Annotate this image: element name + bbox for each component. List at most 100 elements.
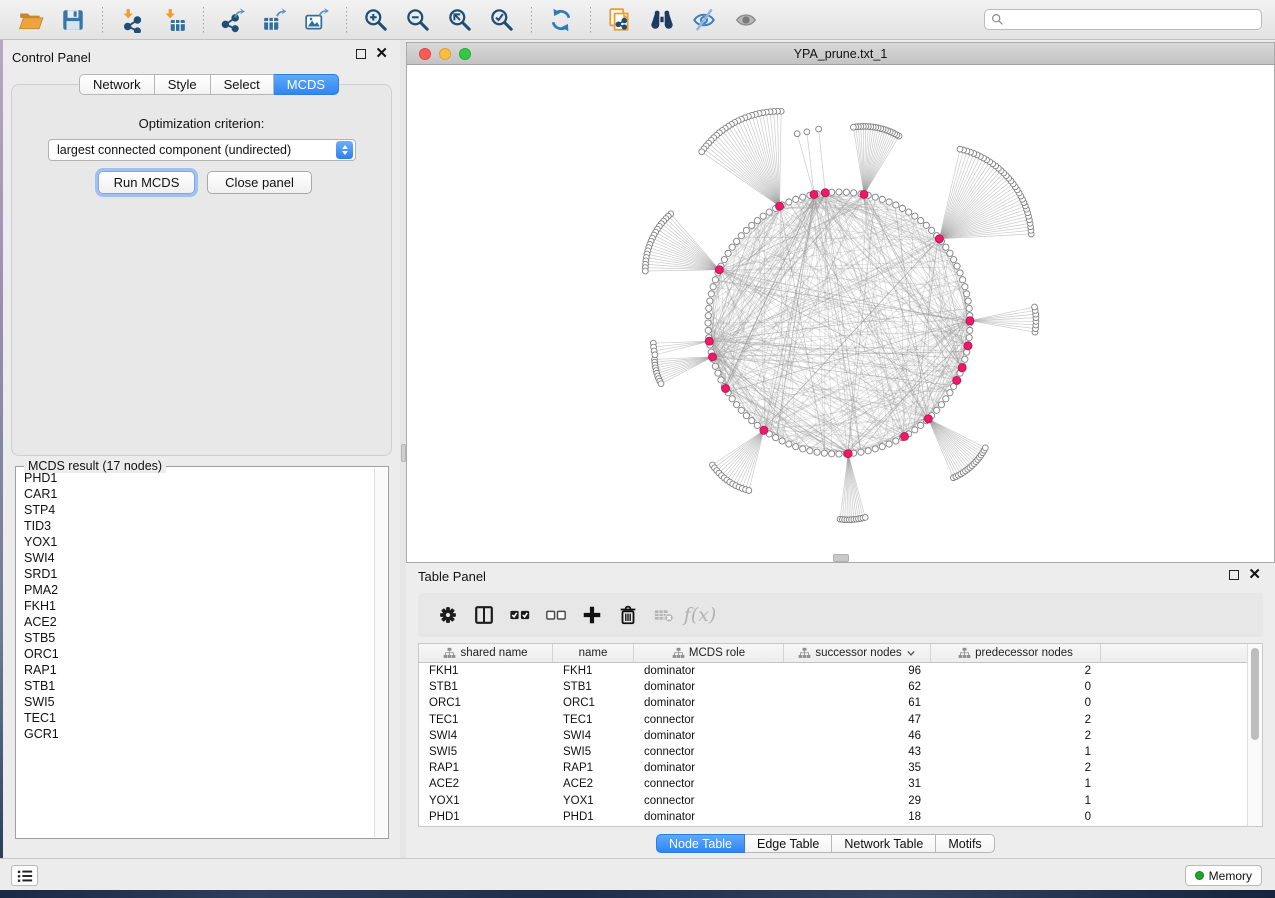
network-canvas[interactable]: [407, 65, 1274, 562]
table-cell[interactable]: FKH1: [553, 665, 634, 677]
network-node[interactable]: [943, 396, 949, 402]
network-node[interactable]: [836, 451, 842, 457]
table-cell[interactable]: dominator: [634, 665, 784, 677]
leaf-node[interactable]: [816, 126, 822, 132]
table-cell[interactable]: RAP1: [419, 762, 553, 774]
network-node[interactable]: [707, 298, 713, 304]
mcds-node[interactable]: [958, 364, 966, 372]
network-node[interactable]: [965, 298, 971, 304]
column-header-successor-nodes[interactable]: successor nodes: [784, 644, 931, 662]
table-row[interactable]: PHD1PHD1dominator180: [419, 809, 1247, 825]
table-cell[interactable]: 35: [784, 762, 931, 774]
table-cell[interactable]: dominator: [634, 811, 784, 823]
search-box[interactable]: [984, 9, 1262, 30]
network-node[interactable]: [918, 422, 924, 428]
mcds-result-item[interactable]: SWI4: [17, 550, 374, 566]
network-node[interactable]: [943, 244, 949, 250]
table-cell[interactable]: TEC1: [553, 714, 634, 726]
network-node[interactable]: [962, 356, 968, 362]
column-header-predecessor-nodes[interactable]: predecessor nodes: [931, 644, 1101, 662]
network-node[interactable]: [879, 444, 885, 450]
network-node[interactable]: [718, 377, 724, 383]
mcds-node[interactable]: [844, 450, 852, 458]
mcds-node[interactable]: [722, 385, 730, 393]
table-cell[interactable]: 18: [784, 811, 931, 823]
network-node[interactable]: [893, 438, 899, 444]
network-node[interactable]: [793, 444, 799, 450]
mcds-result-item[interactable]: STP4: [17, 502, 374, 518]
table-cell[interactable]: dominator: [634, 762, 784, 774]
network-node[interactable]: [960, 277, 966, 283]
table-cell[interactable]: connector: [634, 746, 784, 758]
column-header-MCDS-role[interactable]: MCDS role: [634, 644, 784, 662]
table-cell[interactable]: TEC1: [419, 714, 553, 726]
search-input[interactable]: [1008, 11, 1261, 28]
leaf-node[interactable]: [794, 131, 800, 137]
open-session-icon[interactable]: [16, 6, 46, 34]
table-cell[interactable]: 1: [931, 778, 1101, 790]
table-cell[interactable]: 47: [784, 714, 931, 726]
table-cell[interactable]: 0: [931, 811, 1101, 823]
network-node[interactable]: [899, 205, 905, 211]
network-node[interactable]: [705, 313, 711, 319]
mcds-result-item[interactable]: PMA2: [17, 582, 374, 598]
export-image-icon[interactable]: [302, 6, 332, 34]
table-row[interactable]: FKH1FKH1dominator962: [419, 663, 1247, 679]
mcds-node[interactable]: [953, 376, 961, 384]
vertical-splitter-grab[interactable]: [401, 444, 406, 462]
table-cell[interactable]: 1: [931, 795, 1101, 807]
close-panel-icon[interactable]: ✕: [375, 49, 388, 59]
table-cell[interactable]: 2: [931, 762, 1101, 774]
network-node[interactable]: [912, 427, 918, 433]
mcds-result-item[interactable]: PHD1: [17, 470, 374, 486]
table-cell[interactable]: 46: [784, 730, 931, 742]
table-cell[interactable]: PHD1: [419, 811, 553, 823]
tab-network-table[interactable]: Network Table: [832, 834, 936, 853]
network-node[interactable]: [964, 291, 970, 297]
tab-edge-table[interactable]: Edge Table: [745, 834, 832, 853]
mcds-node[interactable]: [924, 415, 932, 423]
network-node[interactable]: [729, 244, 735, 250]
network-node[interactable]: [725, 250, 731, 256]
network-node[interactable]: [749, 418, 755, 424]
network-node[interactable]: [858, 449, 864, 455]
network-node[interactable]: [962, 284, 968, 290]
hide-graphics-details-icon[interactable]: [689, 6, 719, 34]
clone-network-icon[interactable]: [605, 6, 635, 34]
network-node[interactable]: [800, 194, 806, 200]
network-window-titlebar[interactable]: YPA_prune.txt_1: [407, 43, 1274, 65]
network-node[interactable]: [712, 277, 718, 283]
node-table-scroll-thumb[interactable]: [1251, 648, 1259, 740]
leaf-node[interactable]: [658, 381, 664, 387]
table-cell[interactable]: 62: [784, 681, 931, 693]
table-row[interactable]: SWI4SWI4dominator462: [419, 728, 1247, 744]
table-cell[interactable]: connector: [634, 795, 784, 807]
table-cell[interactable]: connector: [634, 778, 784, 790]
network-node[interactable]: [967, 327, 973, 333]
deselect-all-icon[interactable]: [538, 600, 574, 630]
table-cell[interactable]: dominator: [634, 730, 784, 742]
network-node[interactable]: [793, 196, 799, 202]
mcds-node[interactable]: [964, 342, 972, 350]
table-row[interactable]: TEC1TEC1connector472: [419, 712, 1247, 728]
network-node[interactable]: [721, 257, 727, 263]
network-node[interactable]: [712, 363, 718, 369]
table-row[interactable]: SWI5SWI5connector431: [419, 744, 1247, 760]
network-node[interactable]: [754, 217, 760, 223]
close-table-panel-icon[interactable]: ✕: [1248, 570, 1261, 580]
network-node[interactable]: [786, 441, 792, 447]
table-cell[interactable]: 96: [784, 665, 931, 677]
mcds-result-item[interactable]: GCR1: [17, 726, 374, 742]
mcds-result-item[interactable]: TID3: [17, 518, 374, 534]
network-node[interactable]: [749, 222, 755, 228]
table-row[interactable]: RAP1RAP1dominator352: [419, 760, 1247, 776]
mcds-node[interactable]: [708, 353, 716, 361]
network-node[interactable]: [710, 284, 716, 290]
zoom-fit-icon[interactable]: [445, 6, 475, 34]
network-node[interactable]: [729, 396, 735, 402]
table-cell[interactable]: STB1: [553, 681, 634, 693]
network-node[interactable]: [800, 446, 806, 452]
table-cell[interactable]: STB1: [419, 681, 553, 693]
table-cell[interactable]: 61: [784, 697, 931, 709]
run-mcds-button[interactable]: Run MCDS: [98, 171, 195, 194]
